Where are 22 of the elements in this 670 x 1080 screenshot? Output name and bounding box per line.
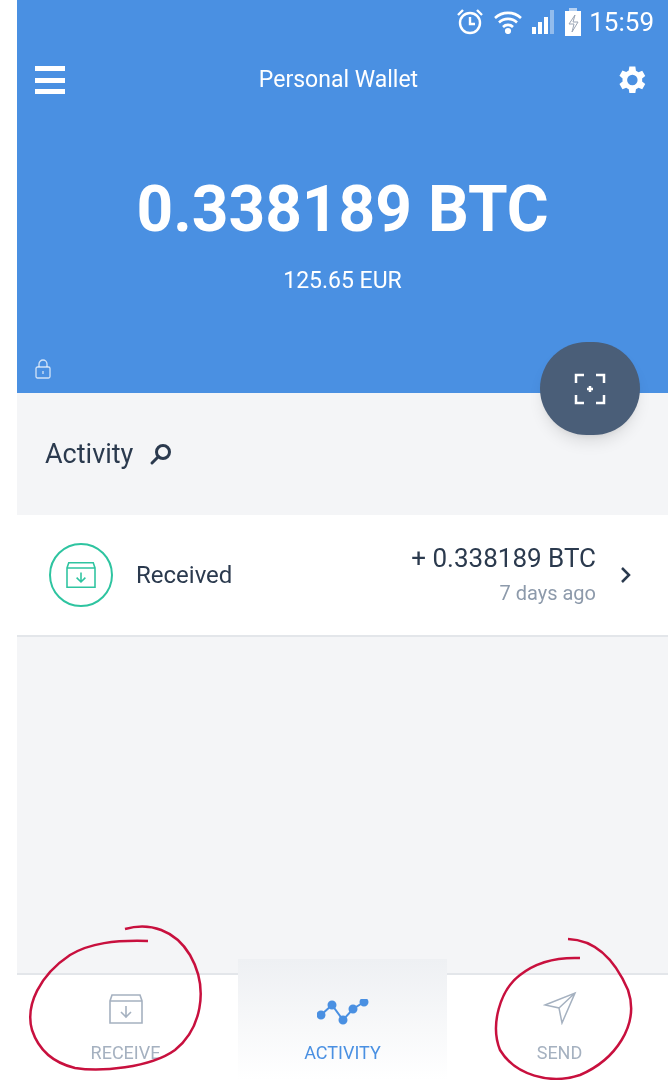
paper-plane-icon — [542, 991, 577, 1025]
line-chart-icon — [316, 999, 369, 1025]
fiat-amount: 125.65 EUR — [283, 266, 402, 296]
scan-frame-icon — [574, 372, 606, 405]
balance-amount: 0.338189 BTC — [136, 178, 549, 242]
status-time: 15:59 — [589, 9, 654, 35]
padlock-icon — [35, 359, 51, 379]
inbox-download-icon — [107, 993, 144, 1025]
chevron-right-icon — [620, 566, 632, 584]
battery-charging-icon — [565, 8, 582, 36]
transaction-label: Received — [136, 560, 233, 591]
search-icon[interactable] — [149, 442, 174, 466]
transaction-row[interactable]: Received + 0.338189 BTC 7 days ago — [17, 515, 668, 637]
wifi-icon — [493, 10, 524, 34]
menu-button[interactable] — [35, 66, 65, 94]
tab[interactable]: SEND — [455, 975, 664, 1080]
transaction-amount: + 0.338189 BTC — [411, 541, 596, 575]
activity-title: Activity — [45, 436, 134, 472]
wallet-title: Personal Wallet — [258, 64, 419, 95]
received-badge-icon — [49, 543, 113, 607]
transaction-time: 7 days ago — [499, 580, 596, 608]
tab[interactable]: RECEIVE — [21, 975, 230, 1080]
